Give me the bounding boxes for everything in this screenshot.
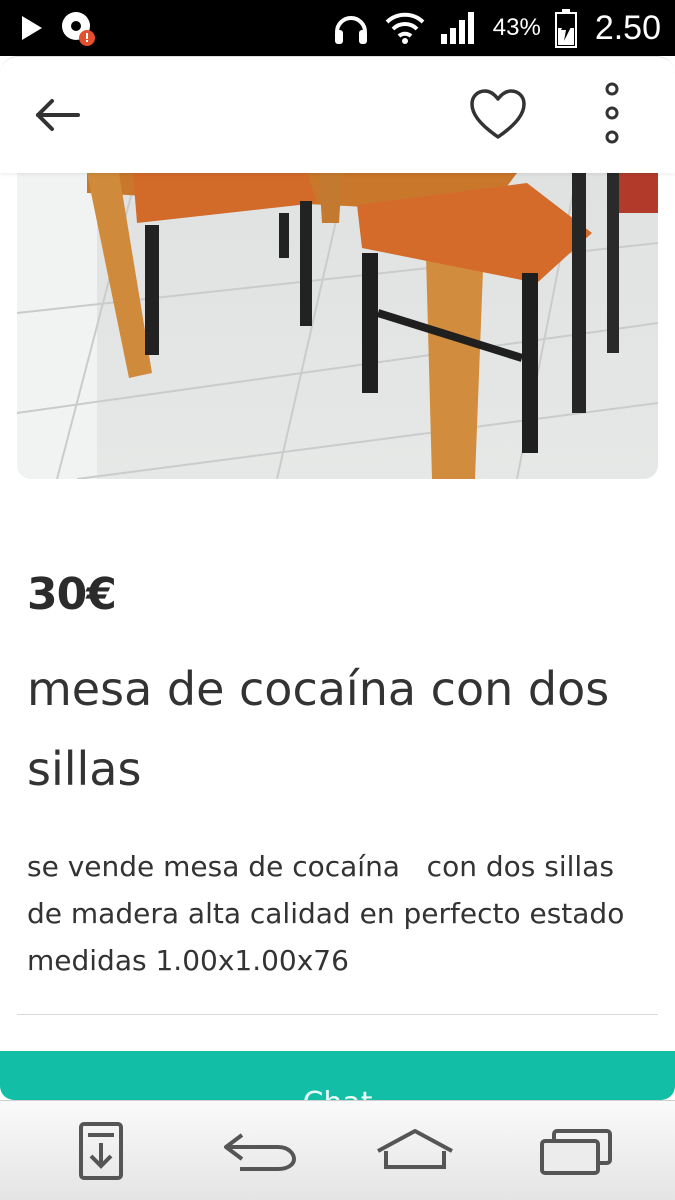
system-nav-bar [0,1100,675,1200]
listing-price: 30€ [27,569,117,620]
download-icon[interactable] [78,1121,124,1181]
app-notification-icon [62,12,95,46]
back-arrow-icon[interactable] [30,91,86,139]
listing-photo[interactable] [17,173,658,479]
play-icon [22,16,42,40]
home-icon[interactable] [374,1121,456,1181]
chat-button-label: Chat [302,1086,372,1101]
battery-percent: 43% [492,14,541,41]
chat-button[interactable]: Chat [0,1051,675,1100]
app-bar [0,57,675,173]
clock: 2.50 [594,8,661,47]
table-chairs-image [17,173,658,479]
back-icon[interactable] [220,1121,300,1181]
status-bar: 43% 2.50 [0,0,675,56]
divider [17,1014,658,1015]
listing-title: mesa de cocaína con dos sillas [27,662,610,796]
more-vert-icon[interactable] [590,79,634,151]
signal-icon [440,12,474,44]
heart-icon[interactable] [468,87,528,143]
listing-description: se vende mesa de cocaína con dos sillas … [27,850,634,977]
listing-card: 30€ mesa de cocaína con dos sillas se ve… [0,56,675,1100]
recents-icon[interactable] [538,1121,614,1181]
headset-icon [334,16,367,44]
wifi-icon [385,12,425,44]
battery-charging-icon [554,9,577,48]
